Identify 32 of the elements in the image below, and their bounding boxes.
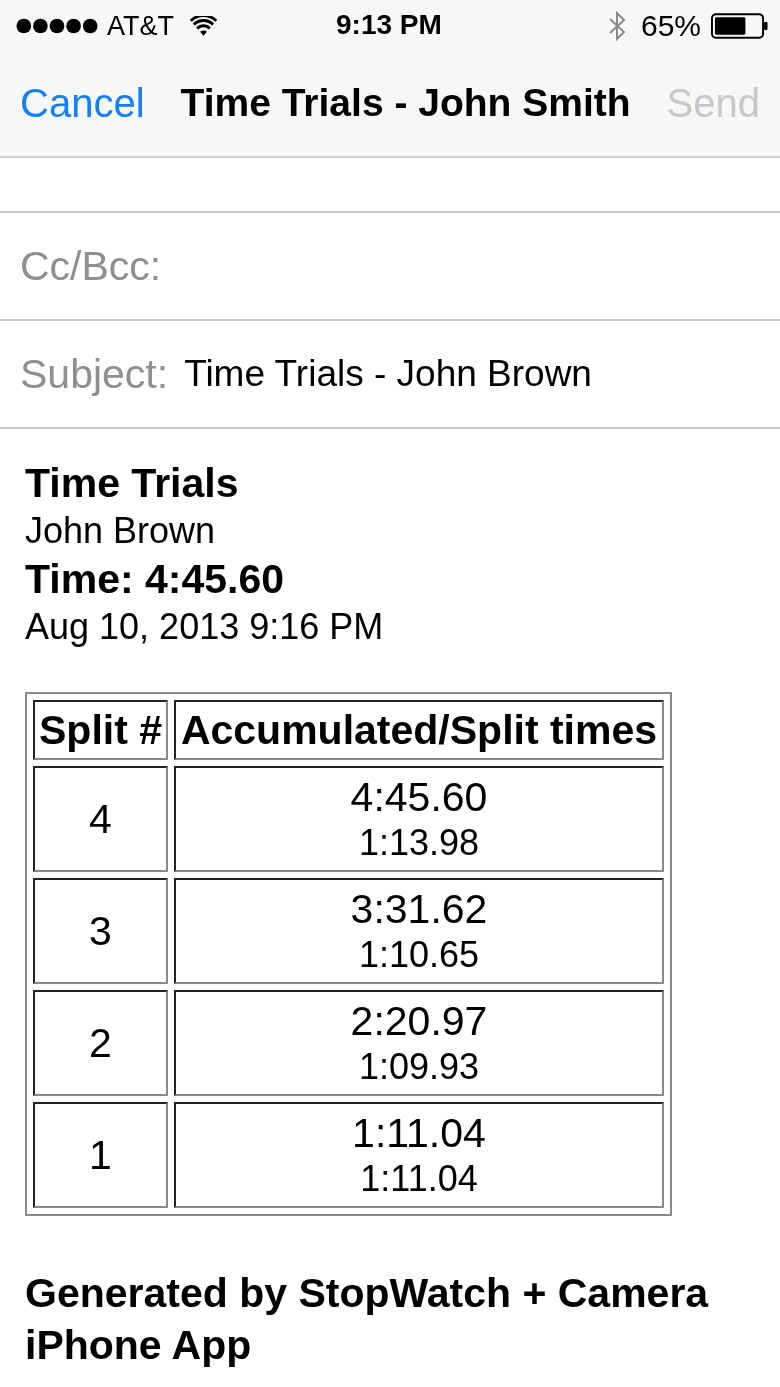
battery-icon	[711, 13, 768, 39]
table-cell: 2	[33, 990, 168, 1096]
column-header: Accumulated/Split times	[174, 700, 664, 760]
status-time: 9:13 PM	[336, 10, 442, 40]
total-time: Time: 4:45.60	[25, 555, 285, 603]
table-cell: 3	[33, 878, 168, 984]
split-time: 1:10.65	[357, 933, 481, 977]
split-time: 1:09.93	[357, 1045, 481, 1089]
footer-text: Generated by StopWatch + Camera iPhone App	[25, 1269, 710, 1370]
battery-percentage: 65%	[640, 11, 701, 41]
email-title: Time Trials	[25, 459, 239, 507]
accumulated-time: 2:20.97	[349, 997, 489, 1045]
wifi-icon	[190, 16, 217, 36]
field-value: Time Trials - John Brown	[184, 352, 592, 396]
accumulated-time: 1:11.04	[351, 1109, 487, 1157]
split-time: 1:13.98	[357, 821, 481, 865]
input-field[interactable]: Cc/Bcc:	[0, 213, 780, 321]
split-time: 1:11.04	[359, 1157, 479, 1201]
field-label: Subject:	[20, 350, 169, 398]
navigation-title: Time Trials - John Smith	[180, 80, 631, 126]
accumulated-time: 3:31.62	[349, 885, 489, 933]
athlete-name: John Brown	[25, 509, 216, 553]
cancel-button[interactable]: Cancel	[20, 80, 145, 126]
table-cell: 4	[33, 766, 168, 872]
date-time: Aug 10, 2013 9:16 PM	[25, 605, 384, 649]
field-label: Cc/Bcc:	[20, 242, 162, 290]
carrier-name: AT&T	[107, 11, 174, 41]
column-header: Split #	[33, 700, 168, 760]
input-field[interactable]: Subject: Time Trials - John Brown	[0, 321, 780, 429]
table-cell: 1	[33, 1102, 168, 1208]
signal-strength-icon	[16, 18, 98, 34]
accumulated-time: 4:45.60	[349, 773, 489, 821]
